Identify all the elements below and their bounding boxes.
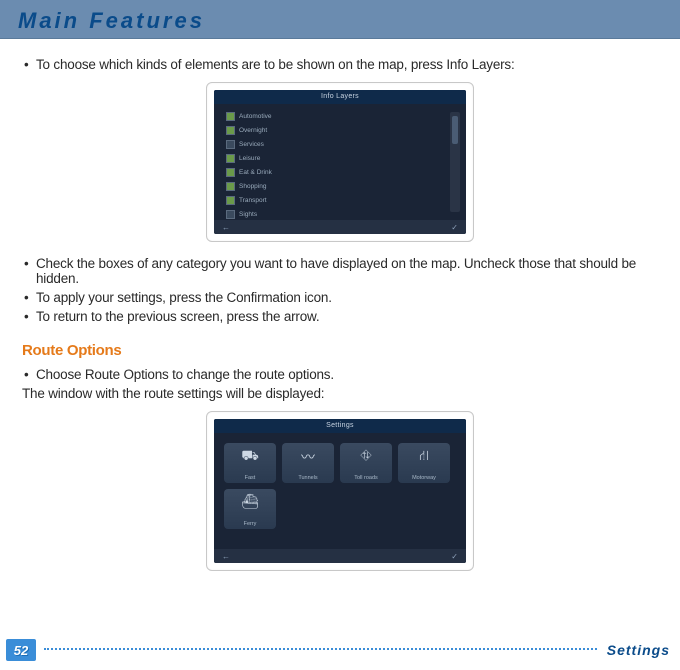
layer-item[interactable]: Automotive <box>226 110 316 122</box>
layer-label: Shopping <box>239 183 266 190</box>
route-tile-icon: ⛙ <box>398 447 450 466</box>
route-tile-icon: ⛗ <box>340 447 392 464</box>
back-icon[interactable]: ← <box>222 552 230 561</box>
route-tile-label: Ferry <box>224 521 276 527</box>
layer-label: Leisure <box>239 155 260 162</box>
route-tile-label: Toll roads <box>340 475 392 481</box>
route-tile-label: Tunnels <box>282 475 334 481</box>
layer-label: Eat & Drink <box>239 169 272 176</box>
footer-section-label: Settings <box>607 642 670 658</box>
route-tile-label: Motorway <box>398 475 450 481</box>
route-options-heading: Route Options <box>22 342 658 359</box>
layer-checkbox[interactable] <box>226 140 235 149</box>
route-tile-icon: ⛴ <box>224 493 276 510</box>
layer-label: Sights <box>239 211 257 218</box>
route-tile-icon: ⛟ <box>224 447 276 466</box>
layer-checkbox[interactable] <box>226 182 235 191</box>
intro-bullet: •To choose which kinds of elements are t… <box>22 57 658 72</box>
back-icon[interactable]: ← <box>222 223 230 232</box>
layer-checkbox[interactable] <box>226 168 235 177</box>
info-layers-screenshot: Info Layers Automotive Overnight Services L… <box>206 82 474 242</box>
route-tile[interactable]: ⛟ Fast <box>224 443 276 483</box>
device-bottom-bar-2: ← ✓ <box>214 549 466 563</box>
bullet-2: •To apply your settings, press the Confi… <box>22 290 658 305</box>
layer-item[interactable]: Sights <box>226 208 316 220</box>
layer-item[interactable]: Shopping <box>226 180 316 192</box>
bullet-1: •Check the boxes of any category you wan… <box>22 256 658 286</box>
layer-checkbox[interactable] <box>226 196 235 205</box>
layer-label: Transport <box>239 197 267 204</box>
header-bar: Main Features <box>0 0 680 39</box>
route-tile-label: Fast <box>224 475 276 481</box>
bullet-3-text: To return to the previous screen, press … <box>36 309 319 324</box>
confirm-icon[interactable]: ✓ <box>451 552 458 561</box>
route-tile[interactable]: ⛙ Motorway <box>398 443 450 483</box>
content-area: •To choose which kinds of elements are t… <box>0 39 680 571</box>
layers-list: Automotive Overnight Services Leisure Eat & … <box>226 110 316 222</box>
route-line: The window with the route settings will … <box>22 386 658 401</box>
route-tile[interactable]: ⛗ Toll roads <box>340 443 392 483</box>
layer-item[interactable]: Services <box>226 138 316 150</box>
layer-item[interactable]: Overnight <box>226 124 316 136</box>
layer-checkbox[interactable] <box>226 112 235 121</box>
layer-label: Overnight <box>239 127 267 134</box>
device-screen: Info Layers Automotive Overnight Services L… <box>214 90 466 234</box>
layer-checkbox[interactable] <box>226 210 235 219</box>
route-settings-screenshot: Settings ⛟ Fast 〰 Tunnels ⛗ Toll roads ⛙ Motorw… <box>206 411 474 571</box>
layer-label: Automotive <box>239 113 272 120</box>
layer-item[interactable]: Eat & Drink <box>226 166 316 178</box>
device-title: Info Layers <box>214 90 466 104</box>
scrollbar[interactable] <box>450 112 460 212</box>
layer-item[interactable]: Leisure <box>226 152 316 164</box>
layer-checkbox[interactable] <box>226 154 235 163</box>
layer-label: Services <box>239 141 264 148</box>
footer-divider <box>44 648 597 650</box>
route-tile[interactable]: 〰 Tunnels <box>282 443 334 483</box>
route-grid: ⛟ Fast 〰 Tunnels ⛗ Toll roads ⛙ Motorway ⛴ Ferry <box>224 443 450 529</box>
device-screen-2: Settings ⛟ Fast 〰 Tunnels ⛗ Toll roads ⛙ Motorw… <box>214 419 466 563</box>
bullet-3: •To return to the previous screen, press… <box>22 309 658 324</box>
device-title-2: Settings <box>214 419 466 433</box>
layer-item[interactable]: Transport <box>226 194 316 206</box>
bullet-2-text: To apply your settings, press the Confir… <box>36 290 332 305</box>
confirm-icon[interactable]: ✓ <box>451 223 458 232</box>
route-bullet: •Choose Route Options to change the rout… <box>22 367 658 382</box>
device-bottom-bar: ← ✓ <box>214 220 466 234</box>
layer-checkbox[interactable] <box>226 126 235 135</box>
route-tile[interactable]: ⛴ Ferry <box>224 489 276 529</box>
intro-bullet-text: To choose which kinds of elements are to… <box>36 57 515 72</box>
page-title: Main Features <box>18 8 662 34</box>
route-bullet-text: Choose Route Options to change the route… <box>36 367 334 382</box>
route-tile-icon: 〰 <box>282 447 334 467</box>
page-footer: 52 Settings <box>0 638 680 662</box>
page-number-badge: 52 <box>6 639 36 661</box>
bullet-1-text: Check the boxes of any category you want… <box>36 256 636 286</box>
